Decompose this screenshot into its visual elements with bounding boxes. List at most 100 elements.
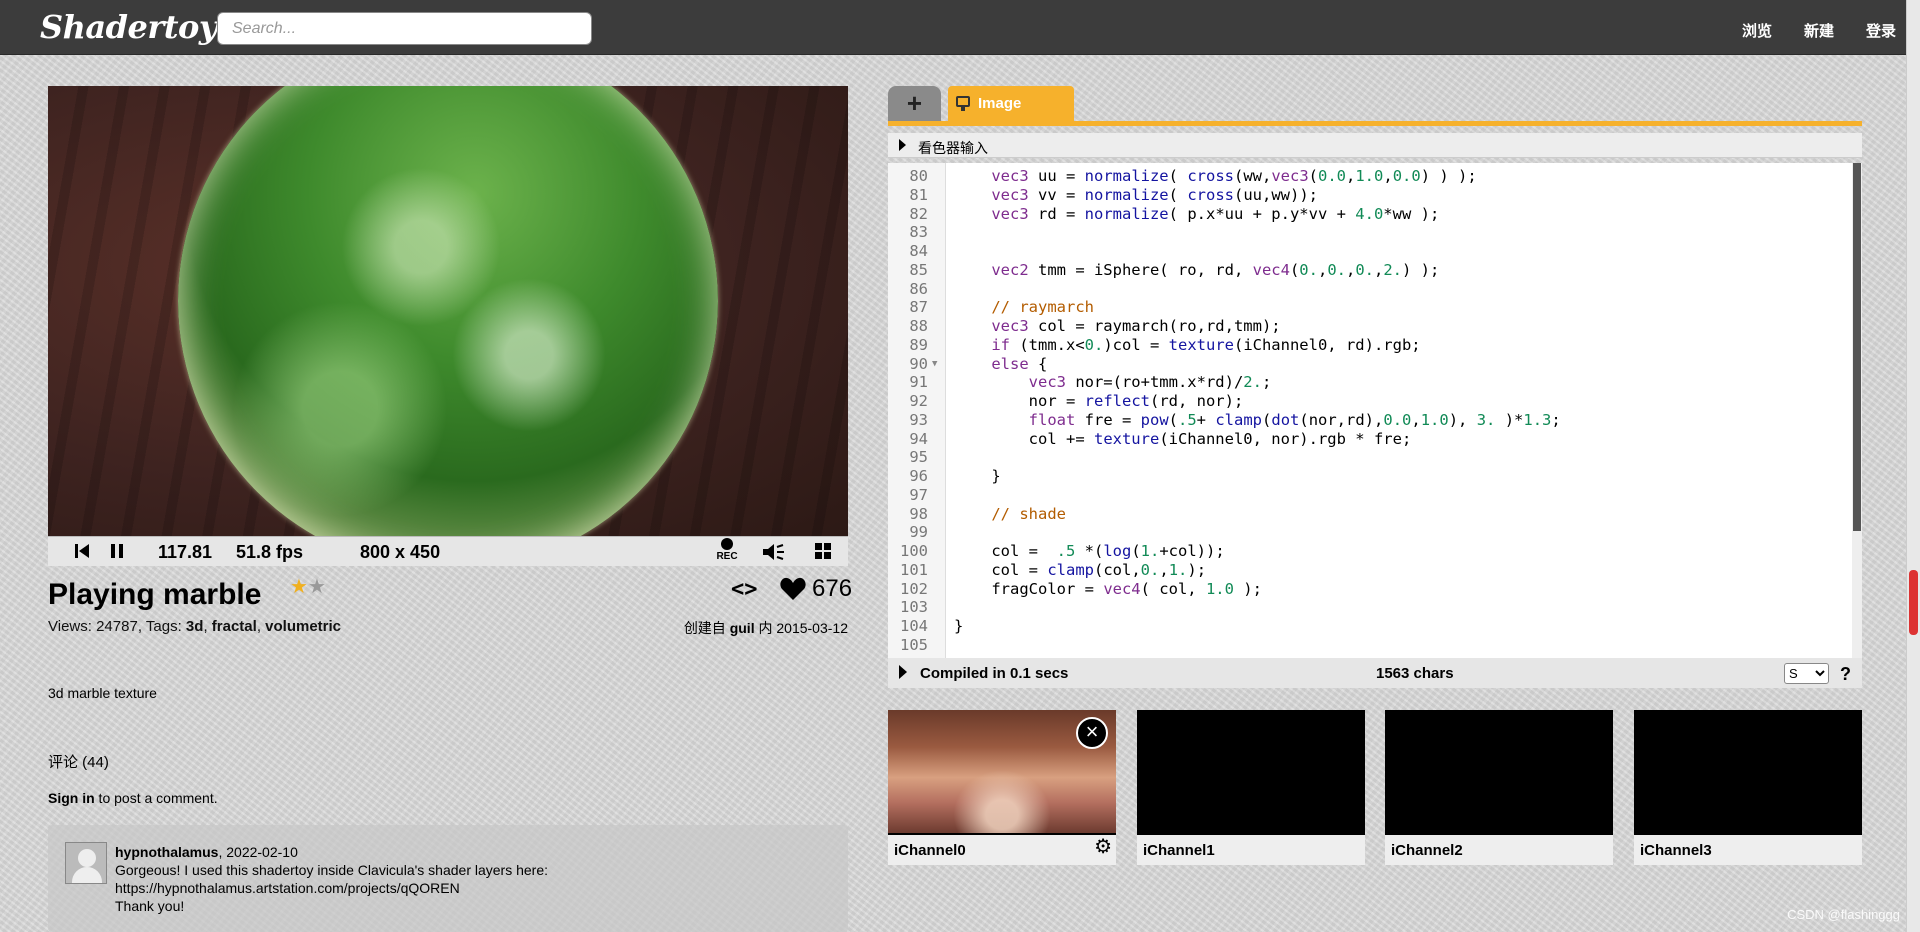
created-mid: 内 [758,620,773,636]
rating-stars[interactable]: ★★ [290,574,326,599]
add-tab-button[interactable]: + [888,86,941,122]
top-bar: Shadertoy 浏览 新建 登录 [0,0,1920,55]
line-number: 92 [909,392,928,410]
channel-label: iChannel2 [1385,835,1613,865]
shader-title: Playing marble [48,578,262,611]
signin-link[interactable]: Sign in [48,790,95,806]
nav-browse[interactable]: 浏览 [1742,20,1772,41]
marble-render [178,86,718,536]
line-number: 83 [909,223,928,242]
code-text: } [954,467,1001,485]
star-empty-icon[interactable]: ★ [308,576,326,598]
compile-toggle-icon[interactable] [899,665,907,679]
compile-status: Compiled in 0.1 secs [920,665,1069,682]
comment-text: Thank you! [115,898,185,914]
channel-2[interactable]: iChannel2 [1385,710,1613,865]
record-label: REC [716,551,738,562]
code-text: nor = reflect(rd, nor); [954,392,1244,410]
nav-login[interactable]: 登录 [1866,20,1896,41]
page-scrollbar-thumb[interactable] [1909,570,1918,635]
nav-new[interactable]: 新建 [1804,20,1834,41]
channel-1[interactable]: iChannel1 [1137,710,1365,865]
embed-code-icon[interactable]: <> [731,577,758,602]
line-number: 87 [909,298,928,317]
views-tags: Views: 24787, Tags: 3d, fractal, volumet… [48,618,342,635]
likes-count: 676 [812,575,853,602]
shadertoy-logo[interactable]: Shadertoy [40,8,217,46]
watermark: CSDN @flashinggg [1787,907,1900,922]
tag-link[interactable]: volumetric [265,618,341,635]
created-date: 2015-03-12 [776,620,848,636]
volume-icon[interactable] [761,541,785,563]
font-size-select[interactable]: S [1784,663,1829,684]
fold-arrow-icon[interactable]: ▼ [932,355,937,374]
created-prefix: 创建自 [683,620,726,636]
shader-inputs-label: 看色器输入 [918,140,988,156]
code-editor[interactable]: 80 vec3 uu = normalize( cross(ww,vec3(0.… [888,163,1862,658]
star-filled-icon[interactable]: ★ [290,576,308,598]
code-text: col = .5 *(log(1.+col)); [954,542,1225,560]
rewind-icon[interactable] [74,542,90,560]
likes[interactable]: 676 [780,575,852,603]
tag-link[interactable]: fractal [212,618,257,635]
page-scrollbar[interactable] [1906,0,1920,932]
shader-inputs-toggle[interactable]: 看色器输入 [888,133,1862,158]
code-text: vec2 tmm = iSphere( ro, rd, vec4(0.,0.,0… [991,260,1440,279]
author-link[interactable]: guil [730,620,755,636]
top-nav: 浏览 新建 登录 [1742,20,1896,41]
close-icon[interactable]: × [1076,717,1108,749]
line-number: 88 [909,317,928,335]
line-number: 98 [909,504,928,523]
line-number: 82 [909,204,928,223]
playback-time: 117.81 [158,542,213,562]
tag-link[interactable]: 3d [186,618,204,635]
gear-icon[interactable]: ⚙ [1094,834,1112,859]
line-number: 101 [900,560,928,579]
comment-text: Gorgeous! I used this shadertoy inside C… [115,862,549,878]
heart-icon[interactable] [780,577,806,601]
monitor-icon [956,96,970,111]
code-text: vec3 col = raymarch(ro,rd,tmm); [991,317,1281,335]
tab-underline [888,121,1862,126]
fullscreen-icon[interactable] [814,542,832,560]
created-info: 创建自 guil 内 2015-03-12 [684,618,848,638]
record-dot-icon [721,538,733,550]
code-text: // raymarch [991,298,1094,317]
line-number: 91 [909,373,928,392]
code-text: vec3 vv = normalize( cross(uu,ww)); [991,185,1318,204]
line-number: 80 [909,167,928,185]
line-number: 103 [900,598,928,617]
line-number: 97 [909,485,928,504]
record-button[interactable]: REC [714,538,740,562]
code-text: } [954,617,964,635]
comment-date: , 2022-02-10 [218,844,298,860]
search-input[interactable] [217,12,592,45]
editor-scrollbar-thumb[interactable] [1853,163,1861,531]
comment-link[interactable]: https://hypnothalamus.artstation.com/pro… [115,879,548,897]
line-number: 95 [909,448,928,467]
channel-name: iChannel0 [894,842,966,859]
comment-author[interactable]: hypnothalamus [115,844,218,860]
code-text: else { [991,354,1048,373]
line-number: 89 [909,335,928,354]
channel-3[interactable]: iChannel3 [1634,710,1862,865]
channel-name: iChannel3 [1640,842,1712,859]
line-number: 102 [900,579,928,598]
code-text: vec3 uu = normalize( cross(ww,vec3(0.0,1… [991,167,1477,185]
tab-image-label: Image [978,95,1022,112]
line-number: 105 [900,635,928,654]
pause-icon[interactable] [110,542,124,560]
signin-prompt: Sign in to post a comment. [48,790,218,806]
shader-canvas[interactable] [48,86,848,536]
line-number: 99 [909,523,928,542]
tags-label: Tags: [145,618,182,635]
channel-name: iChannel1 [1143,842,1215,859]
avatar[interactable] [65,842,107,884]
help-icon[interactable]: ? [1840,664,1851,685]
code-text: // shade [991,504,1066,523]
line-number: 86 [909,279,928,298]
channel-0[interactable]: × iChannel0 ⚙ [888,710,1116,865]
editor-scrollbar[interactable] [1852,163,1862,658]
tab-image[interactable]: Image [948,86,1074,122]
code-text: col += texture(iChannel0, nor).rgb * fre… [954,429,1412,448]
